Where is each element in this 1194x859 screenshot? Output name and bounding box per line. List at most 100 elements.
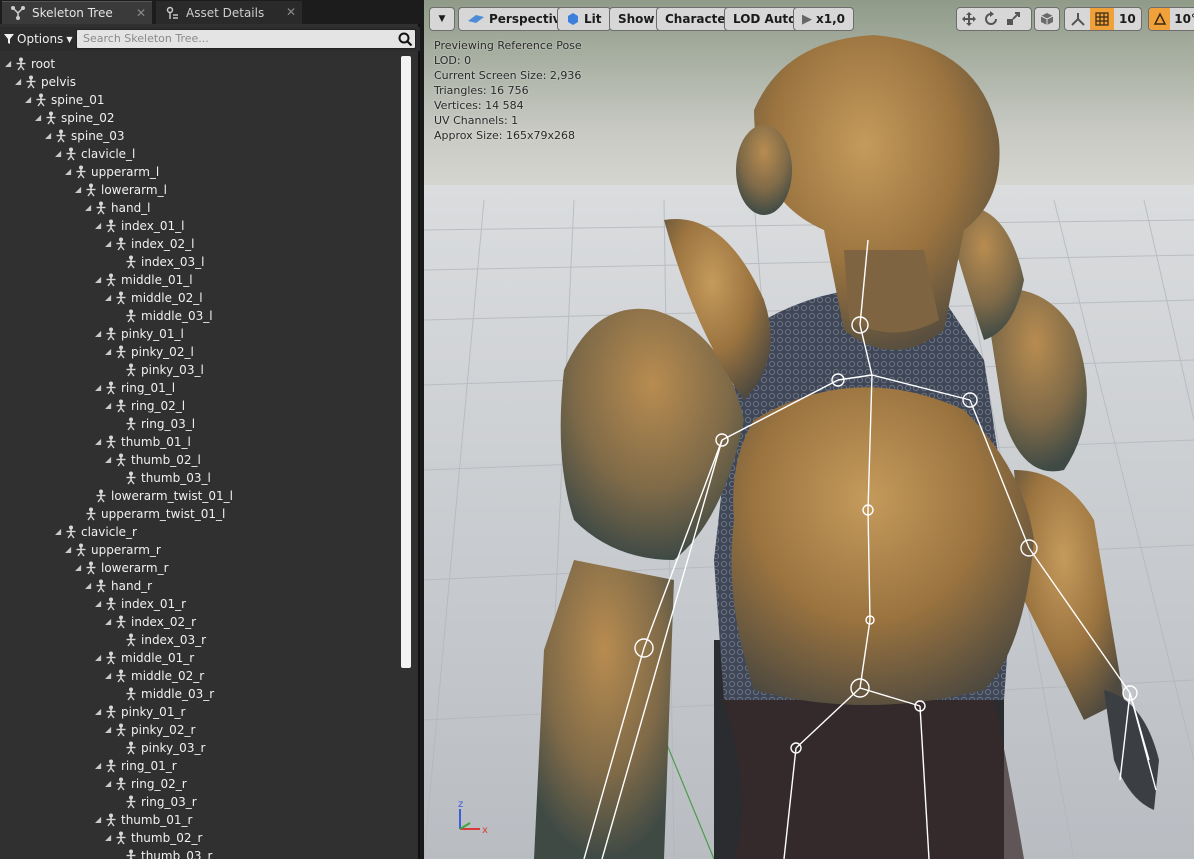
bone-label: index_02_l bbox=[131, 237, 195, 251]
bone-row[interactable]: upperarm_twist_01_l bbox=[75, 505, 225, 523]
expand-arrow-icon[interactable]: ◢ bbox=[105, 672, 113, 680]
bone-row[interactable]: middle_03_l bbox=[115, 307, 213, 325]
bone-row[interactable]: ◢ pelvis bbox=[15, 73, 76, 91]
expand-arrow-icon[interactable]: ◢ bbox=[95, 816, 103, 824]
bone-row[interactable]: ◢ upperarm_l bbox=[65, 163, 159, 181]
expand-arrow-icon[interactable]: ◢ bbox=[105, 834, 113, 842]
bone-row[interactable]: ◢ hand_r bbox=[85, 577, 152, 595]
bone-row[interactable]: ◢ pinky_01_l bbox=[95, 325, 184, 343]
bone-row[interactable]: ◢ ring_02_l bbox=[105, 397, 185, 415]
expand-arrow-icon[interactable]: ◢ bbox=[95, 654, 103, 662]
expand-arrow-icon[interactable]: ◢ bbox=[85, 582, 93, 590]
bone-row[interactable]: ◢ thumb_01_l bbox=[95, 433, 191, 451]
bone-row[interactable]: ◢ ring_01_l bbox=[95, 379, 175, 397]
tab-skeleton-tree[interactable]: Skeleton Tree ✕ bbox=[2, 1, 152, 24]
bone-row[interactable]: thumb_03_l bbox=[115, 469, 211, 487]
bone-row[interactable]: ◢ thumb_01_r bbox=[95, 811, 192, 829]
bone-row[interactable]: ◢ lowerarm_r bbox=[75, 559, 169, 577]
expand-arrow-icon[interactable]: ◢ bbox=[95, 384, 103, 392]
bone-row[interactable]: ◢ thumb_02_r bbox=[105, 829, 202, 847]
expand-arrow-icon[interactable]: ◢ bbox=[105, 402, 113, 410]
bone-row[interactable]: ◢ pinky_02_l bbox=[105, 343, 194, 361]
expand-arrow-icon[interactable]: ◢ bbox=[95, 276, 103, 284]
expand-arrow-icon[interactable]: ◢ bbox=[65, 546, 73, 554]
bone-row[interactable]: index_03_r bbox=[115, 631, 206, 649]
world-local-toggle[interactable] bbox=[1034, 7, 1060, 31]
expand-arrow-icon[interactable]: ◢ bbox=[95, 762, 103, 770]
bone-row[interactable]: ◢ index_02_l bbox=[105, 235, 194, 253]
bone-row[interactable]: ◢ index_01_r bbox=[95, 595, 186, 613]
move-icon[interactable] bbox=[961, 11, 977, 27]
bone-row[interactable]: ◢ thumb_02_l bbox=[105, 451, 201, 469]
expand-arrow-icon[interactable]: ◢ bbox=[95, 600, 103, 608]
bone-row[interactable]: ◢ index_01_l bbox=[95, 217, 184, 235]
options-button[interactable]: Options ▼ bbox=[4, 30, 72, 48]
expand-arrow-icon[interactable]: ◢ bbox=[95, 438, 103, 446]
expand-arrow-icon[interactable]: ◢ bbox=[75, 186, 83, 194]
bone-row[interactable]: ◢ middle_02_r bbox=[105, 667, 204, 685]
bone-row[interactable]: ◢ pinky_02_r bbox=[105, 721, 195, 739]
grid-snap-icon[interactable] bbox=[1090, 8, 1114, 30]
close-icon[interactable]: ✕ bbox=[136, 6, 146, 20]
close-icon[interactable]: ✕ bbox=[286, 5, 296, 19]
tab-asset-details[interactable]: Asset Details ✕ bbox=[156, 1, 302, 24]
bone-row[interactable]: pinky_03_l bbox=[115, 361, 204, 379]
bone-row[interactable]: ◢ hand_l bbox=[85, 199, 151, 217]
bone-row[interactable]: ring_03_l bbox=[115, 415, 195, 433]
expand-arrow-icon[interactable]: ◢ bbox=[55, 150, 63, 158]
preview-viewport[interactable]: ▼ Perspective Lit Show Character LOD Aut… bbox=[424, 0, 1194, 859]
bone-row[interactable]: ◢ upperarm_r bbox=[65, 541, 161, 559]
bone-row[interactable]: ◢ pinky_01_r bbox=[95, 703, 185, 721]
expand-arrow-icon[interactable]: ◢ bbox=[105, 726, 113, 734]
bone-row[interactable]: ◢ middle_01_l bbox=[95, 271, 193, 289]
expand-arrow-icon[interactable]: ◢ bbox=[15, 78, 23, 86]
bone-row[interactable]: thumb_03_r bbox=[115, 847, 212, 859]
search-input[interactable]: Search Skeleton Tree... bbox=[76, 29, 416, 49]
rotation-snap-icon[interactable] bbox=[1149, 8, 1171, 30]
expand-arrow-icon[interactable]: ◢ bbox=[55, 528, 63, 536]
bone-row[interactable]: pinky_03_r bbox=[115, 739, 205, 757]
tree-scrollbar[interactable] bbox=[401, 56, 411, 668]
viewport-options-button[interactable]: ▼ bbox=[429, 7, 455, 31]
scale-icon[interactable] bbox=[1005, 11, 1021, 27]
lit-button[interactable]: Lit bbox=[557, 7, 611, 31]
bone-row[interactable]: ◢ spine_02 bbox=[35, 109, 114, 127]
expand-arrow-icon[interactable]: ◢ bbox=[75, 564, 83, 572]
bone-row[interactable]: ◢ clavicle_l bbox=[55, 145, 135, 163]
expand-arrow-icon[interactable]: ◢ bbox=[95, 222, 103, 230]
bone-row[interactable]: lowerarm_twist_01_l bbox=[85, 487, 233, 505]
expand-arrow-icon[interactable]: ◢ bbox=[85, 204, 93, 212]
expand-arrow-icon[interactable]: ◢ bbox=[65, 168, 73, 176]
expand-arrow-icon[interactable]: ◢ bbox=[105, 780, 113, 788]
surface-snap-icon[interactable] bbox=[1065, 11, 1090, 27]
expand-arrow-icon[interactable]: ◢ bbox=[25, 96, 33, 104]
playback-speed-button[interactable]: ▶ x1,0 bbox=[793, 7, 854, 31]
rotation-snap-value[interactable]: 10° bbox=[1170, 12, 1194, 26]
expand-arrow-icon[interactable]: ◢ bbox=[95, 330, 103, 338]
bone-row[interactable]: ◢ root bbox=[5, 55, 55, 73]
bone-row[interactable]: index_03_l bbox=[115, 253, 204, 271]
expand-arrow-icon[interactable]: ◢ bbox=[35, 114, 43, 122]
bone-row[interactable]: ◢ ring_01_r bbox=[95, 757, 177, 775]
bone-row[interactable]: ◢ index_02_r bbox=[105, 613, 196, 631]
expand-arrow-icon[interactable]: ◢ bbox=[105, 456, 113, 464]
expand-arrow-icon[interactable]: ◢ bbox=[105, 294, 113, 302]
search-icon[interactable] bbox=[397, 31, 413, 47]
expand-arrow-icon[interactable]: ◢ bbox=[5, 60, 13, 68]
bone-row[interactable]: ring_03_r bbox=[115, 793, 197, 811]
bone-row[interactable]: ◢ lowerarm_l bbox=[75, 181, 167, 199]
expand-arrow-icon[interactable]: ◢ bbox=[95, 708, 103, 716]
grid-snap-value[interactable]: 10 bbox=[1114, 12, 1141, 26]
rotate-icon[interactable] bbox=[983, 11, 999, 27]
bone-row[interactable]: ◢ middle_01_r bbox=[95, 649, 194, 667]
bone-row[interactable]: ◢ spine_03 bbox=[45, 127, 124, 145]
expand-arrow-icon[interactable]: ◢ bbox=[105, 618, 113, 626]
bone-row[interactable]: middle_03_r bbox=[115, 685, 214, 703]
bone-row[interactable]: ◢ spine_01 bbox=[25, 91, 104, 109]
expand-arrow-icon[interactable]: ◢ bbox=[105, 240, 113, 248]
expand-arrow-icon[interactable]: ◢ bbox=[45, 132, 53, 140]
bone-row[interactable]: ◢ clavicle_r bbox=[55, 523, 137, 541]
bone-row[interactable]: ◢ middle_02_l bbox=[105, 289, 203, 307]
expand-arrow-icon[interactable]: ◢ bbox=[105, 348, 113, 356]
bone-row[interactable]: ◢ ring_02_r bbox=[105, 775, 187, 793]
